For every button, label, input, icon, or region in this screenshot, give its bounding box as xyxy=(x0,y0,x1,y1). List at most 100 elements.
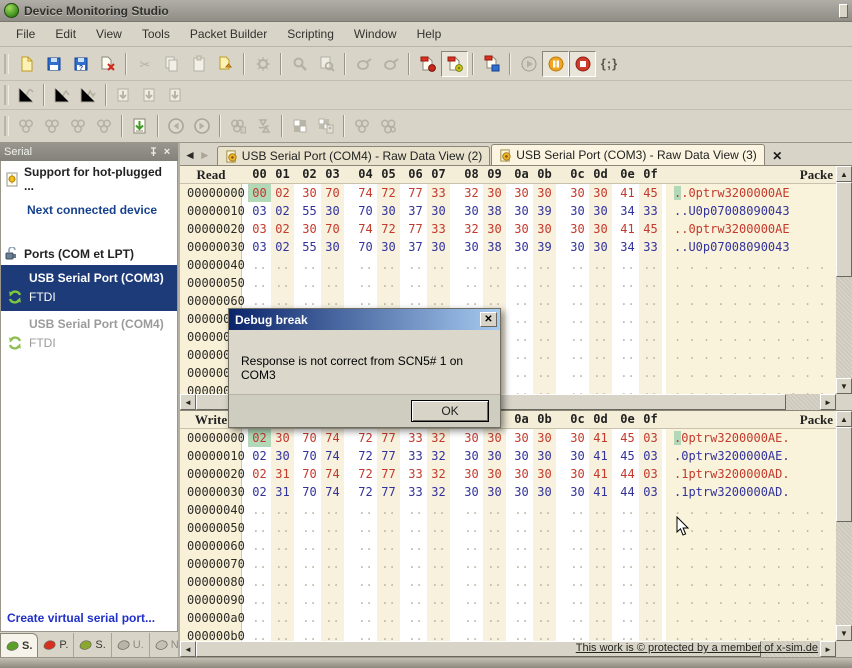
hex-byte-cell[interactable]: .. xyxy=(639,364,662,382)
hex-byte-cell[interactable]: .. xyxy=(510,328,533,346)
menu-item-file[interactable]: File xyxy=(6,24,45,44)
hex-byte-cell[interactable]: .. xyxy=(321,274,344,292)
pin-icon[interactable] xyxy=(146,146,160,159)
hex-byte-cell[interactable]: 30 xyxy=(377,238,400,256)
hex-byte-cell[interactable]: .. xyxy=(589,310,612,328)
line-chart-button[interactable] xyxy=(49,83,75,107)
hex-byte-cell[interactable]: .. xyxy=(639,555,662,573)
hex-byte-cell[interactable]: 77 xyxy=(377,465,400,483)
hex-byte-cell[interactable]: 02 xyxy=(248,465,271,483)
cut-button[interactable]: ✂ xyxy=(131,51,158,77)
hex-byte-cell[interactable]: 74 xyxy=(321,429,344,447)
hex-byte-cell[interactable]: .. xyxy=(589,346,612,364)
hex-byte-cell[interactable]: .. xyxy=(566,274,589,292)
scroll-up-icon[interactable]: ▲ xyxy=(836,411,852,427)
sidebar-device-com4[interactable]: USB Serial Port (COM4) FTDI xyxy=(1,311,177,357)
hex-byte-cell[interactable]: 38 xyxy=(483,202,506,220)
hex-byte-cell[interactable]: 74 xyxy=(354,184,377,202)
hex-byte-cell[interactable]: .. xyxy=(460,501,483,519)
hex-byte-cell[interactable]: .. xyxy=(460,627,483,641)
scrollbar-thumb[interactable] xyxy=(836,182,852,277)
hex-row[interactable]: 00000050 ...............................… xyxy=(180,519,836,537)
hex-byte-cell[interactable]: 55 xyxy=(298,202,321,220)
hex-byte-cell[interactable]: 30 xyxy=(298,184,321,202)
hex-byte-cell[interactable]: .. xyxy=(639,328,662,346)
hex-row[interactable]: 00000030 0231707472773332303030303041440… xyxy=(180,483,836,501)
hex-byte-cell[interactable]: .. xyxy=(377,256,400,274)
hex-byte-cell[interactable]: 30 xyxy=(533,447,556,465)
hex-byte-cell[interactable]: .. xyxy=(589,501,612,519)
hex-byte-cell[interactable]: .. xyxy=(354,573,377,591)
hex-byte-cell[interactable]: 32 xyxy=(427,429,450,447)
hex-byte-cell[interactable]: .. xyxy=(354,627,377,641)
area-chart-button[interactable] xyxy=(75,83,101,107)
hex-byte-cell[interactable]: .. xyxy=(248,609,271,627)
ports-group-header[interactable]: Ports (COM et LPT) xyxy=(1,239,177,265)
hex-byte-cell[interactable]: 74 xyxy=(321,483,344,501)
hex-byte-cell[interactable]: .. xyxy=(404,627,427,641)
hex-byte-cell[interactable]: .. xyxy=(589,573,612,591)
hex-byte-cell[interactable]: 70 xyxy=(298,447,321,465)
hex-ascii[interactable]: . . . . . . . . . . . . . . . . xyxy=(666,310,836,328)
hex-byte-cell[interactable]: .. xyxy=(639,382,662,394)
hex-ascii[interactable]: . . . . . . . . . . . . . . . . xyxy=(666,573,836,591)
hex-row[interactable]: 00000010 0230707472773332303030303041450… xyxy=(180,447,836,465)
hex-byte-cell[interactable]: .. xyxy=(616,591,639,609)
watch-data-button[interactable] xyxy=(350,51,377,77)
new-document-button[interactable] xyxy=(13,51,40,77)
hex-byte-cell[interactable]: 30 xyxy=(566,483,589,501)
sidebar-tab-3[interactable]: U. xyxy=(112,633,150,657)
hex-byte-cell[interactable]: .. xyxy=(639,256,662,274)
hex-ascii[interactable]: .1ptrw3200000AD. xyxy=(666,483,836,501)
hex-byte-cell[interactable]: .. xyxy=(404,573,427,591)
vertical-scrollbar[interactable]: ▲ ▼ xyxy=(836,411,852,657)
paste-append-button[interactable] xyxy=(212,51,239,77)
find-button[interactable] xyxy=(286,51,313,77)
hex-byte-cell[interactable]: .. xyxy=(639,519,662,537)
hex-byte-cell[interactable]: 70 xyxy=(321,220,344,238)
hex-byte-cell[interactable]: 33 xyxy=(404,483,427,501)
hex-byte-cell[interactable]: 32 xyxy=(427,483,450,501)
sort-filter-button[interactable] xyxy=(251,114,277,138)
hex-byte-cell[interactable]: .. xyxy=(321,555,344,573)
hex-byte-cell[interactable]: 30 xyxy=(271,447,294,465)
scroll-right-icon[interactable]: ► xyxy=(820,641,836,657)
hex-row[interactable]: 00000080 ...............................… xyxy=(180,573,836,591)
hex-byte-cell[interactable]: 30 xyxy=(510,483,533,501)
hex-byte-cell[interactable]: .. xyxy=(639,591,662,609)
hex-byte-cell[interactable]: .. xyxy=(483,591,506,609)
hex-byte-cell[interactable]: 30 xyxy=(460,483,483,501)
hex-byte-cell[interactable]: 02 xyxy=(271,184,294,202)
hex-byte-cell[interactable]: .. xyxy=(248,501,271,519)
hex-byte-cell[interactable]: .. xyxy=(589,555,612,573)
hex-ascii[interactable]: . . . . . . . . . . . . . . . . xyxy=(666,364,836,382)
hex-byte-cell[interactable]: 30 xyxy=(533,429,556,447)
hex-byte-cell[interactable]: .. xyxy=(298,274,321,292)
hex-byte-cell[interactable]: .. xyxy=(427,537,450,555)
copy-button[interactable] xyxy=(158,51,185,77)
hex-ascii[interactable]: ..U0p07008090043 xyxy=(666,202,836,220)
save-button[interactable] xyxy=(40,51,67,77)
hex-ascii[interactable]: . . . . . . . . . . . . . . . . xyxy=(666,555,836,573)
ok-button[interactable]: OK xyxy=(411,400,489,422)
hex-byte-cell[interactable]: 33 xyxy=(639,202,662,220)
hex-byte-cell[interactable]: .. xyxy=(589,292,612,310)
navigate-back-button[interactable] xyxy=(163,114,189,138)
hex-byte-cell[interactable]: 03 xyxy=(639,447,662,465)
hex-byte-cell[interactable]: 32 xyxy=(460,184,483,202)
hex-byte-cell[interactable]: .. xyxy=(510,274,533,292)
minimize-button[interactable] xyxy=(839,4,848,18)
find-next-button[interactable] xyxy=(313,51,340,77)
hex-byte-cell[interactable]: 30 xyxy=(533,220,556,238)
menu-item-view[interactable]: View xyxy=(86,24,132,44)
stop-monitoring-button[interactable] xyxy=(569,51,596,77)
monitoring-wizard-button[interactable] xyxy=(441,51,468,77)
hex-byte-cell[interactable]: 33 xyxy=(404,447,427,465)
hex-byte-cell[interactable]: .. xyxy=(533,573,556,591)
scroll-down-icon[interactable]: ▼ xyxy=(836,378,852,394)
hex-byte-cell[interactable]: 30 xyxy=(460,202,483,220)
hex-byte-cell[interactable]: 33 xyxy=(404,465,427,483)
hex-byte-cell[interactable]: .. xyxy=(566,328,589,346)
hex-byte-cell[interactable]: .. xyxy=(354,274,377,292)
new-monitoring-session-button[interactable] xyxy=(414,51,441,77)
